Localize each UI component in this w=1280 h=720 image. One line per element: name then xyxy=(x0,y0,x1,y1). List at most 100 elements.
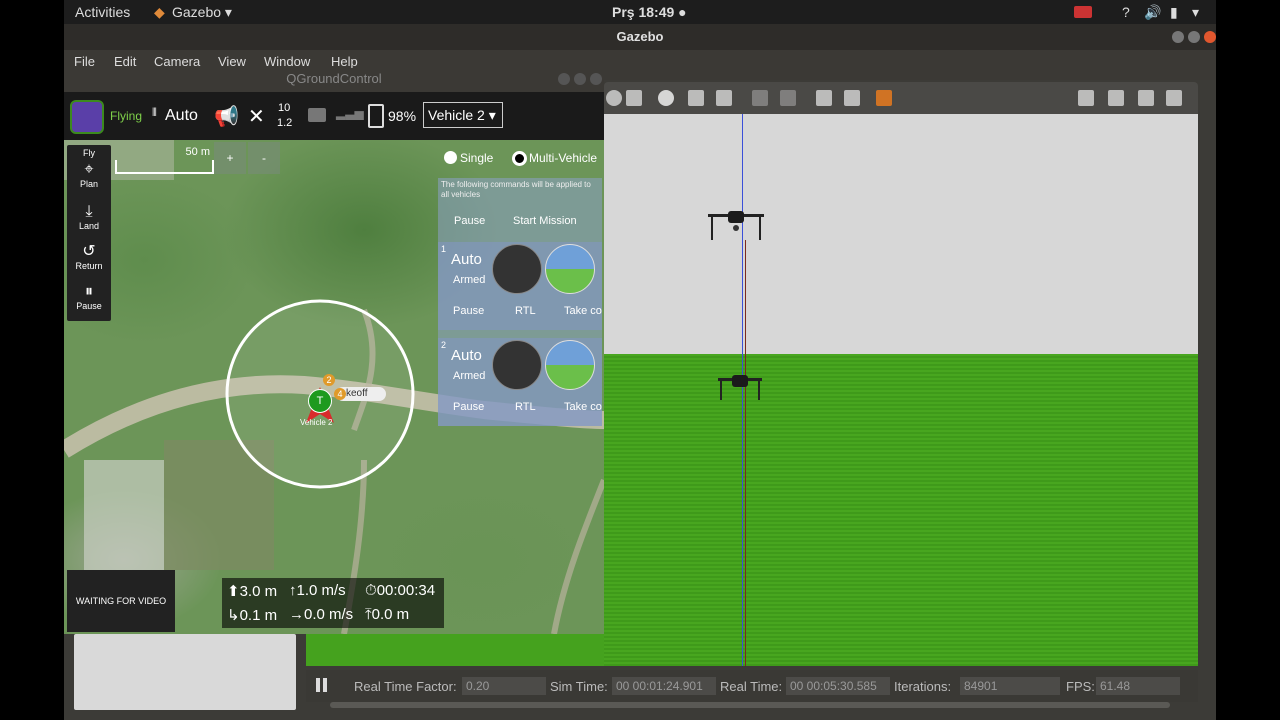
volume-icon[interactable]: 🔊 xyxy=(1144,4,1161,21)
vehicle-1-rtl-button[interactable]: RTL xyxy=(515,305,536,317)
return-icon: ↺ xyxy=(82,243,96,260)
horizontal-scrollbar[interactable] xyxy=(330,702,1170,708)
help-icon[interactable]: ? xyxy=(1122,4,1130,20)
radio-multi[interactable] xyxy=(512,151,527,166)
cylinder-icon[interactable] xyxy=(626,90,642,106)
gazebo-status-bar: Real Time Factor: 0.20 Sim Time: 00 00:0… xyxy=(306,670,1198,702)
vehicle-1-take-control-button[interactable]: Take co xyxy=(564,305,602,317)
vehicle-1-attitude xyxy=(545,244,595,294)
megaphone-icon[interactable]: 📢 xyxy=(214,104,239,129)
paste-icon[interactable] xyxy=(780,90,796,106)
record-icon[interactable] xyxy=(1074,6,1092,18)
map-scale-label: 50 m xyxy=(185,146,210,158)
distance-value: ↳0.1 m xyxy=(227,607,278,624)
vehicle-2-mode: Auto xyxy=(451,347,482,364)
battery-percent: 98% xyxy=(388,108,417,124)
menu-camera[interactable]: Camera xyxy=(154,54,200,69)
takeoff-marker[interactable]: T xyxy=(308,389,332,413)
vehicle-2-take-control-button[interactable]: Take co xyxy=(564,401,602,413)
menu-view[interactable]: View xyxy=(218,54,246,69)
map-scale-bar xyxy=(115,160,214,174)
vehicle-2-pause-button[interactable]: Pause xyxy=(453,401,484,413)
vehicle-label: Vehicle 2 xyxy=(300,418,333,427)
clock[interactable]: Prş 18:49 ● xyxy=(612,4,687,20)
menu-window[interactable]: Window xyxy=(264,54,310,69)
tool-land-label: Land xyxy=(78,221,100,231)
drone-1[interactable] xyxy=(700,206,772,246)
rtf-value: 0.20 xyxy=(462,677,546,695)
start-mission-button[interactable]: Start Mission xyxy=(513,215,577,227)
telemetry-panel: ⬆3.0 m ↑1.0 m/s ⏱00:00:34 ↳0.1 m →0.0 m/… xyxy=(222,578,444,628)
qgc-close-icon[interactable] xyxy=(590,73,602,85)
x-axis-line xyxy=(745,240,746,666)
signal-bars-icon: ▂▃▅ xyxy=(336,106,364,120)
flight-mode[interactable]: Auto xyxy=(165,107,198,125)
qgc-minimize-icon[interactable] xyxy=(558,73,570,85)
qgc-logo-icon[interactable] xyxy=(70,100,104,134)
pause-icon-bar xyxy=(323,678,327,692)
waypoint-badge-4[interactable]: 4 xyxy=(334,388,346,400)
minimize-icon[interactable] xyxy=(1172,31,1184,43)
vehicle-2-rtl-button[interactable]: RTL xyxy=(515,401,536,413)
waypoint-badge-2[interactable]: 2 xyxy=(323,374,335,386)
align-icon[interactable] xyxy=(816,90,832,106)
snap-magnet-icon[interactable] xyxy=(844,90,860,106)
vehicle-2-attitude xyxy=(545,340,595,390)
iterations-label: Iterations: xyxy=(894,679,952,694)
log-icon[interactable] xyxy=(1108,90,1124,106)
copy-icon[interactable] xyxy=(752,90,768,106)
vehicle-1-pause-button[interactable]: Pause xyxy=(453,305,484,317)
tool-fly[interactable]: Fly xyxy=(67,148,111,158)
real-time-label: Real Time: xyxy=(720,679,783,694)
multi-vehicle-panel: The following commands will be applied t… xyxy=(438,178,602,426)
tool-land[interactable]: ⤓ Land xyxy=(67,203,111,231)
scene-ground-left xyxy=(306,634,604,666)
gazebo-left-panel[interactable] xyxy=(74,634,296,710)
qgc-title: QGroundControl xyxy=(286,71,382,86)
gps-satellite-icon[interactable]: ✕ xyxy=(248,104,265,129)
multi-vehicle-note: The following commands will be applied t… xyxy=(441,180,591,199)
vehicle-1-mode: Auto xyxy=(451,251,482,268)
vehicle-select[interactable]: Vehicle 2 ▾ xyxy=(423,102,503,128)
vehicle-1-armed: Armed xyxy=(453,274,486,286)
plot-icon[interactable] xyxy=(1138,90,1154,106)
sun-light-icon[interactable] xyxy=(658,90,674,106)
menu-file[interactable]: File xyxy=(74,54,95,69)
radio-single[interactable] xyxy=(444,151,457,164)
vehicle-1-compass xyxy=(492,244,542,294)
sim-time-label: Sim Time: xyxy=(550,679,608,694)
system-menu-chevron-icon[interactable]: ▾ xyxy=(1192,4,1199,21)
maximize-icon[interactable] xyxy=(1188,31,1200,43)
menu-help[interactable]: Help xyxy=(331,54,358,69)
tool-pause[interactable]: ⏸ Pause xyxy=(67,283,111,311)
battery-icon[interactable] xyxy=(368,104,384,128)
pause-icon[interactable] xyxy=(316,678,320,692)
pause-all-button[interactable]: Pause xyxy=(454,215,485,227)
battery-icon[interactable]: ▮ xyxy=(1170,4,1178,21)
activities-button[interactable]: Activities xyxy=(75,4,130,20)
gazebo-title-bar: Gazebo xyxy=(64,24,1216,50)
rtf-label: Real Time Factor: xyxy=(354,679,457,694)
tool-plan-label: Plan xyxy=(79,179,98,189)
drone-2[interactable] xyxy=(712,372,768,404)
scene-sky xyxy=(604,114,1198,354)
app-menu[interactable]: Gazebo ▾ xyxy=(172,4,232,21)
video-panel[interactable]: WAITING FOR VIDEO xyxy=(67,570,175,632)
sphere-icon[interactable] xyxy=(606,90,622,106)
tool-plan[interactable]: ⌖ Plan xyxy=(67,161,111,189)
zoom-in-button[interactable]: + xyxy=(214,142,246,174)
point-light-icon[interactable] xyxy=(688,90,704,106)
close-icon[interactable] xyxy=(1204,31,1216,43)
tool-return[interactable]: ↺ Return xyxy=(67,243,111,271)
system-top-bar: Activities ◆ Gazebo ▾ Prş 18:49 ● ? 🔊 ▮ … xyxy=(64,0,1216,24)
qgc-maximize-icon[interactable] xyxy=(574,73,586,85)
video-record-icon[interactable] xyxy=(1166,90,1182,106)
directional-light-icon[interactable] xyxy=(716,90,732,106)
change-view-icon[interactable] xyxy=(876,90,892,106)
qgc-tool-strip: Fly ⌖ Plan ⤓ Land ↺ Return ⏸ Pause xyxy=(67,145,111,321)
menu-edit[interactable]: Edit xyxy=(114,54,136,69)
rc-transmitter-icon[interactable] xyxy=(308,108,326,122)
screenshot-camera-icon[interactable] xyxy=(1078,90,1094,106)
zoom-out-button[interactable]: - xyxy=(248,142,280,174)
flight-time-value: ⏱00:00:34 xyxy=(365,582,436,599)
